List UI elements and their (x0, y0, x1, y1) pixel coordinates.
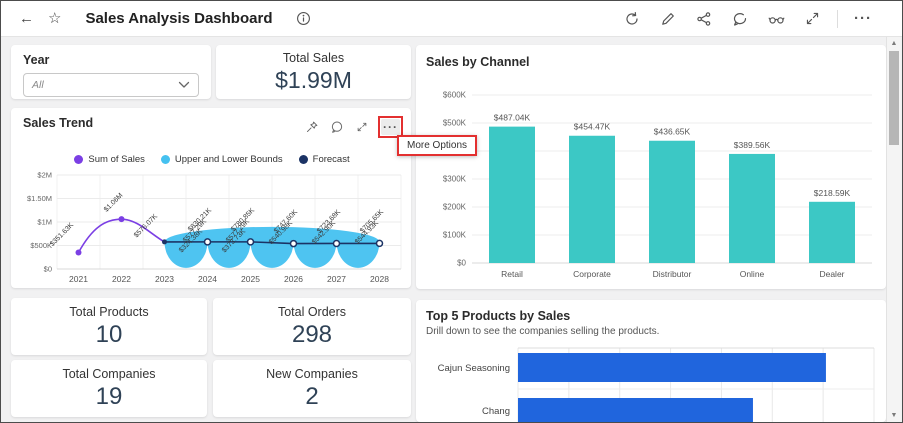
new-companies-card: New Companies 2 (213, 360, 411, 417)
svg-text:2023: 2023 (155, 274, 174, 284)
scroll-up-icon[interactable]: ▲ (887, 37, 901, 50)
svg-text:$200K: $200K (443, 203, 467, 212)
svg-text:2024: 2024 (198, 274, 217, 284)
favorite-star-icon[interactable]: ☆ (48, 11, 61, 26)
toolbar-divider (837, 9, 838, 28)
legend-dot-icon (298, 155, 308, 164)
svg-text:2025: 2025 (241, 274, 260, 284)
top5-title: Top 5 Products by Sales (426, 309, 571, 323)
svg-text:$0: $0 (457, 259, 466, 268)
sales-trend-title: Sales Trend (23, 116, 94, 130)
total-orders-card: Total Orders 298 (213, 298, 411, 355)
sales-trend-chart: $0 $500K $1M $1.50M $2M 2021 2022 2023 2024 2025 2… (17, 165, 407, 298)
fullscreen-icon[interactable] (799, 6, 825, 32)
year-dropdown[interactable]: All (23, 73, 199, 97)
legend-label: Upper and Lower Bounds (174, 154, 283, 165)
svg-text:$2M: $2M (37, 171, 52, 180)
svg-text:$218.59K: $218.59K (814, 188, 851, 198)
kpi-value: 19 (95, 382, 123, 410)
info-icon[interactable] (296, 11, 311, 26)
svg-text:$0: $0 (44, 265, 52, 274)
svg-text:2028: 2028 (370, 274, 389, 284)
page-title: Sales Analysis Dashboard (85, 10, 273, 27)
svg-text:$600K: $600K (443, 91, 467, 100)
year-dropdown-value: All (32, 79, 44, 91)
legend-dot-icon (74, 155, 84, 164)
total-sales-card: Total Sales $1.99M (216, 45, 411, 99)
kpi-label: Total Products (69, 304, 149, 319)
kpi-label: Total Sales (282, 50, 345, 65)
svg-text:$100K: $100K (443, 231, 467, 240)
svg-text:$300K: $300K (443, 175, 467, 184)
sales-trend-card: Sales Trend ··· Sum of Sales Upper and Lo… (11, 108, 411, 288)
svg-text:Online: Online (740, 269, 765, 279)
vertical-scrollbar[interactable]: ▲ ▼ (886, 37, 901, 422)
kpi-label: Total Companies (62, 366, 156, 381)
top-bar: ← ☆ Sales Analysis Dashboard ··· (1, 1, 902, 37)
svg-text:2022: 2022 (112, 274, 131, 284)
svg-text:Dealer: Dealer (819, 269, 844, 279)
comment-icon[interactable] (328, 118, 346, 136)
legend-item[interactable]: Sum of Sales (74, 154, 145, 165)
kpi-label: New Companies (266, 366, 358, 381)
kpi-value: $1.99M (275, 66, 352, 93)
legend-label: Sum of Sales (88, 154, 145, 165)
back-icon[interactable]: ← (19, 11, 34, 26)
sales-by-channel-chart: $0$100K$200K$300K$400K$500K$600K$487.04K… (426, 69, 878, 298)
svg-text:2021: 2021 (69, 274, 88, 284)
more-options-button[interactable]: ··· (381, 119, 400, 135)
dashboard-viewport: ← ☆ Sales Analysis Dashboard ··· Year Al… (0, 0, 903, 423)
svg-text:Retail: Retail (501, 269, 523, 279)
refresh-icon[interactable] (619, 6, 645, 32)
pin-icon[interactable] (303, 118, 321, 136)
svg-text:2027: 2027 (327, 274, 346, 284)
svg-text:$500K: $500K (443, 119, 467, 128)
more-icon[interactable]: ··· (850, 6, 876, 32)
svg-text:$351.63K: $351.63K (49, 222, 75, 248)
sales-by-channel-card: Sales by Channel $0$100K$200K$300K$400K$… (416, 45, 886, 289)
svg-text:$389.56K: $389.56K (734, 140, 771, 150)
top5-products-card: Top 5 Products by Sales Drill down to se… (416, 300, 886, 422)
legend-item[interactable]: Upper and Lower Bounds (160, 154, 283, 165)
preview-glasses-icon[interactable] (763, 6, 789, 32)
share-icon[interactable] (691, 6, 717, 32)
trend-legend: Sum of Sales Upper and Lower Bounds Foreca… (17, 154, 407, 165)
kpi-label: Total Orders (277, 304, 347, 319)
kpi-value: 298 (291, 320, 333, 348)
svg-text:$436.65K: $436.65K (654, 127, 691, 137)
svg-text:$454.47K: $454.47K (574, 122, 611, 132)
svg-text:$1.50M: $1.50M (27, 194, 52, 203)
maximize-icon[interactable] (353, 118, 371, 136)
year-filter-label: Year (23, 53, 50, 67)
svg-text:$487.04K: $487.04K (494, 113, 531, 123)
year-filter-card: Year All (11, 45, 211, 99)
edit-icon[interactable] (655, 6, 681, 32)
svg-text:$1.06M: $1.06M (103, 192, 125, 214)
svg-text:2026: 2026 (284, 274, 303, 284)
total-companies-card: Total Companies 19 (11, 360, 207, 417)
comment-icon[interactable] (727, 6, 753, 32)
svg-text:Cajun Seasoning: Cajun Seasoning (438, 363, 510, 374)
sales-by-channel-title: Sales by Channel (426, 55, 530, 69)
legend-item[interactable]: Forecast (298, 154, 350, 165)
scrollbar-thumb[interactable] (889, 51, 899, 145)
svg-text:Distributor: Distributor (653, 269, 692, 279)
kpi-value: 10 (95, 320, 123, 348)
svg-text:$1M: $1M (37, 218, 52, 227)
top5-products-chart: Cajun SeasoningChang$231.99K (426, 337, 878, 422)
svg-text:Corporate: Corporate (573, 269, 611, 279)
top5-subtitle: Drill down to see the companies selling … (426, 326, 660, 337)
svg-text:Chang: Chang (482, 406, 510, 417)
legend-label: Forecast (312, 154, 350, 165)
legend-dot-icon (160, 155, 170, 164)
scroll-down-icon[interactable]: ▼ (887, 409, 901, 422)
more-options-tooltip: More Options (397, 135, 478, 156)
kpi-value: 2 (305, 382, 319, 410)
chevron-down-icon (178, 81, 190, 88)
total-products-card: Total Products 10 (11, 298, 207, 355)
